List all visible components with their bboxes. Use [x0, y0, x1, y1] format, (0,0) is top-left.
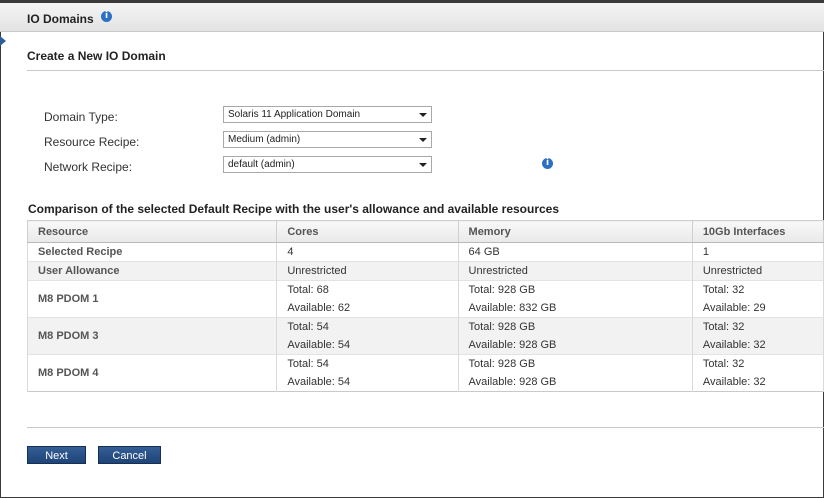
memory-cell: Unrestricted	[457, 261, 693, 281]
memory-cell: Total: 928 GB Available: 928 GB	[457, 354, 693, 392]
table-row: M8 PDOM 1 Total: 68 Available: 62 Total: …	[26, 280, 824, 318]
memory-cell: 64 GB	[457, 242, 693, 262]
chevron-down-icon	[419, 163, 427, 167]
column-header-resource[interactable]: Resource	[26, 220, 278, 243]
network-recipe-value: default (admin)	[228, 159, 295, 170]
row-label: Selected Recipe	[26, 242, 278, 262]
column-header-interfaces[interactable]: 10Gb Interfaces	[691, 220, 824, 243]
memory-cell: Total: 928 GB Available: 928 GB	[457, 317, 693, 355]
cores-cell: Total: 68 Available: 62	[276, 280, 459, 318]
total-value: Total: 928 GB	[468, 284, 536, 296]
interfaces-cell: Unrestricted	[691, 261, 824, 281]
row-label: M8 PDOM 4	[26, 354, 278, 392]
comparison-title: Comparison of the selected Default Recip…	[28, 202, 560, 216]
row-label: User Allowance	[26, 261, 278, 281]
next-button[interactable]: Next	[27, 446, 86, 464]
total-value: Total: 928 GB	[468, 321, 536, 333]
divider	[27, 70, 824, 71]
total-value: Total: 54	[287, 358, 329, 370]
total-value: Total: 32	[702, 358, 745, 370]
domain-type-label: Domain Type:	[44, 110, 118, 124]
cores-cell: 4	[276, 242, 459, 262]
title-bar: IO Domains i	[0, 3, 824, 32]
total-value: Total: 68	[287, 284, 329, 296]
total-value: Total: 54	[287, 321, 329, 333]
column-header-cores[interactable]: Cores	[276, 220, 459, 243]
form-title: Create a New IO Domain	[27, 49, 166, 63]
comparison-table: Resource Cores Memory 10Gb Interfaces Se…	[26, 220, 824, 392]
info-icon[interactable]: i	[101, 11, 112, 22]
row-label: M8 PDOM 3	[26, 317, 278, 355]
cores-cell: Unrestricted	[276, 261, 459, 281]
domain-type-value: Solaris 11 Application Domain	[228, 109, 361, 120]
domain-type-select[interactable]: Solaris 11 Application Domain	[223, 106, 432, 123]
window-title: IO Domains	[27, 12, 94, 26]
column-header-memory[interactable]: Memory	[457, 220, 693, 243]
total-value: Total: 928 GB	[468, 358, 536, 370]
available-value: Available: 54	[287, 376, 351, 388]
interfaces-cell: Total: 32 Available: 29	[691, 280, 824, 318]
table-row: M8 PDOM 4 Total: 54 Available: 54 Total: …	[26, 354, 824, 392]
table-row: Selected Recipe 4 64 GB 1	[26, 242, 824, 262]
chevron-down-icon	[419, 138, 427, 142]
table-row: User Allowance Unrestricted Unrestricted…	[26, 261, 824, 281]
cores-cell: Total: 54 Available: 54	[276, 354, 459, 392]
total-value: Total: 32	[702, 321, 745, 333]
collapse-handle-icon[interactable]	[0, 36, 6, 46]
row-label: M8 PDOM 1	[26, 280, 278, 318]
interfaces-cell: 1	[691, 242, 824, 262]
available-value: Available: 32	[702, 376, 766, 388]
cancel-button[interactable]: Cancel	[98, 446, 161, 464]
network-recipe-select[interactable]: default (admin)	[223, 156, 432, 173]
table-row: M8 PDOM 3 Total: 54 Available: 54 Total: …	[26, 317, 824, 355]
cores-cell: Total: 54 Available: 54	[276, 317, 459, 355]
resource-recipe-label: Resource Recipe:	[44, 135, 140, 149]
available-value: Available: 928 GB	[468, 339, 557, 351]
interfaces-cell: Total: 32 Available: 32	[691, 354, 824, 392]
available-value: Available: 62	[287, 302, 351, 314]
available-value: Available: 54	[287, 339, 351, 351]
available-value: Available: 832 GB	[468, 302, 557, 314]
info-icon[interactable]: i	[542, 158, 553, 169]
interfaces-cell: Total: 32 Available: 32	[691, 317, 824, 355]
total-value: Total: 32	[702, 284, 745, 296]
available-value: Available: 32	[702, 339, 766, 351]
divider	[27, 427, 824, 428]
available-value: Available: 29	[702, 302, 766, 314]
network-recipe-label: Network Recipe:	[44, 160, 133, 174]
resource-recipe-select[interactable]: Medium (admin)	[223, 131, 432, 148]
available-value: Available: 928 GB	[468, 376, 557, 388]
memory-cell: Total: 928 GB Available: 832 GB	[457, 280, 693, 318]
chevron-down-icon	[419, 113, 427, 117]
resource-recipe-value: Medium (admin)	[228, 134, 301, 145]
